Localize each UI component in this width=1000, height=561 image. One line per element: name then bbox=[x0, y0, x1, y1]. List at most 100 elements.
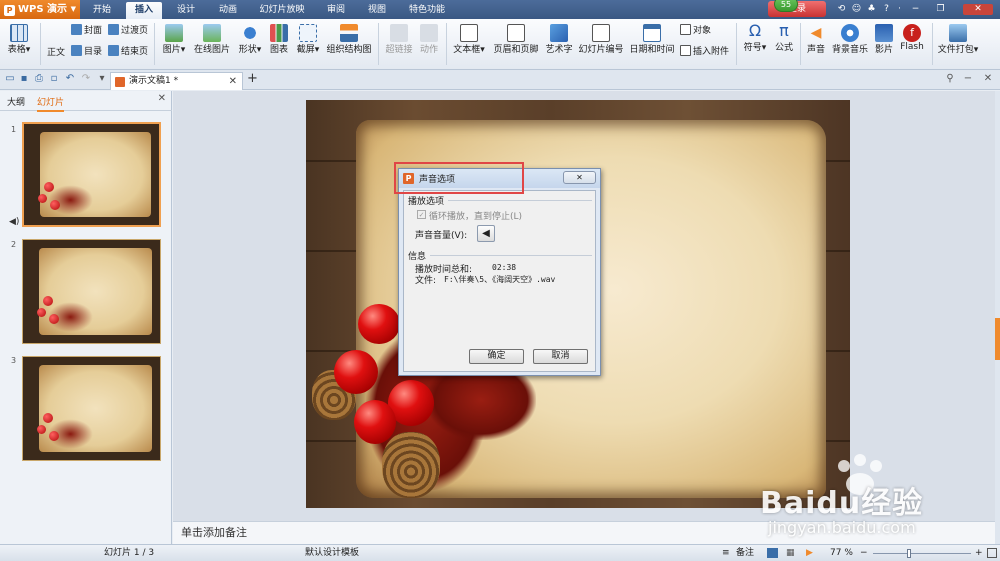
online-picture-icon bbox=[203, 24, 221, 42]
tab-animation[interactable]: 动画 bbox=[210, 2, 246, 19]
zoom-slider-thumb[interactable] bbox=[907, 549, 911, 558]
attachment-button[interactable]: 插入附件 bbox=[680, 44, 729, 60]
chart-button[interactable]: 图表 bbox=[268, 24, 290, 55]
attachment-icon bbox=[680, 45, 691, 56]
datetime-button[interactable]: 日期和时间 bbox=[628, 24, 676, 55]
open-icon[interactable]: ▭ bbox=[4, 73, 16, 85]
slide-number: 1 bbox=[11, 125, 17, 134]
screenshot-button[interactable]: 截屏▾ bbox=[294, 24, 322, 55]
notification-badge: 55 bbox=[774, 0, 798, 12]
undo-icon[interactable]: ↶ bbox=[64, 73, 76, 85]
action-button[interactable]: 动作 bbox=[417, 24, 441, 55]
print-icon[interactable]: ⎙ bbox=[33, 73, 45, 85]
ok-button[interactable]: 确定 bbox=[469, 349, 524, 364]
shirt-icon[interactable]: ♣ bbox=[866, 4, 877, 15]
close-tab-icon[interactable]: ✕ bbox=[229, 73, 237, 90]
transition-page-button[interactable]: 过渡页 bbox=[108, 23, 148, 39]
package-button[interactable]: 文件打包▾ bbox=[936, 24, 980, 55]
tab-start[interactable]: 开始 bbox=[86, 2, 118, 19]
help-menu-icon[interactable]: · bbox=[894, 4, 905, 15]
tab-review[interactable]: 审阅 bbox=[318, 2, 354, 19]
preview-icon[interactable]: ▫ bbox=[48, 73, 60, 85]
tab-view[interactable]: 视图 bbox=[360, 2, 394, 19]
flash-button[interactable]: f Flash bbox=[898, 24, 926, 52]
sorter-view-icon[interactable]: ▦ bbox=[786, 545, 795, 561]
notes-toggle-icon[interactable]: ≡ bbox=[722, 545, 730, 561]
slide-thumbnail[interactable] bbox=[22, 356, 161, 461]
slideshow-view-icon[interactable]: ▶ bbox=[806, 545, 813, 561]
tab-minimize-icon[interactable]: − bbox=[962, 73, 974, 85]
volume-button[interactable]: ◀ bbox=[477, 225, 495, 242]
zoom-slider[interactable] bbox=[873, 553, 971, 554]
online-picture-button[interactable]: 在线图片 bbox=[193, 24, 231, 55]
shapes-button[interactable]: 形状▾ bbox=[236, 24, 264, 55]
loop-checkbox[interactable]: ✓ bbox=[417, 210, 426, 219]
fit-window-icon[interactable] bbox=[987, 548, 997, 558]
save-icon[interactable]: ▪ bbox=[18, 73, 30, 85]
watermark-brand: Baidu经验 bbox=[760, 486, 924, 521]
bg-music-button[interactable]: 背景音乐 bbox=[831, 24, 869, 55]
hyperlink-button[interactable]: 超链接 bbox=[384, 24, 414, 55]
help-icon[interactable]: ? bbox=[881, 4, 892, 15]
slide-thumbnail[interactable] bbox=[22, 122, 161, 227]
menu-tab-bar: P WPS 演示 ▼ 开始 插入 设计 动画 幻灯片放映 审阅 视图 特色功能 登录… bbox=[0, 0, 1000, 19]
textbox-button[interactable]: 文本框▾ bbox=[450, 24, 488, 55]
tab-design[interactable]: 设计 bbox=[168, 2, 204, 19]
new-tab-icon[interactable]: + bbox=[247, 71, 258, 86]
picture-button[interactable]: 图片▾ bbox=[160, 24, 188, 55]
pi-icon: π bbox=[779, 21, 789, 40]
skin-icon[interactable]: ⟲ bbox=[836, 4, 847, 15]
apple-graphic bbox=[44, 182, 54, 192]
divider bbox=[448, 200, 592, 201]
normal-view-icon[interactable] bbox=[767, 548, 778, 558]
object-button[interactable]: 对象 bbox=[680, 23, 711, 39]
org-chart-button[interactable]: 组织结构图 bbox=[325, 24, 373, 55]
cover-button[interactable]: 封面 bbox=[71, 23, 102, 39]
catalog-button[interactable]: 目录 bbox=[71, 44, 102, 60]
restore-icon[interactable]: ❐ bbox=[935, 4, 946, 15]
cancel-button[interactable]: 取消 bbox=[533, 349, 588, 364]
body-button[interactable]: 正文 bbox=[44, 45, 68, 58]
tab-slideshow[interactable]: 幻灯片放映 bbox=[254, 2, 310, 19]
pin-icon[interactable]: ⚲ bbox=[944, 73, 956, 85]
cover-icon bbox=[71, 24, 82, 35]
chevron-down-icon: ▼ bbox=[70, 5, 76, 13]
tab-outline[interactable]: 大纲 bbox=[7, 95, 25, 108]
end-page-button[interactable]: 结束页 bbox=[108, 44, 148, 60]
tab-slides[interactable]: 幻灯片 bbox=[37, 95, 65, 112]
tab-features[interactable]: 特色功能 bbox=[402, 2, 452, 19]
apple-graphic bbox=[358, 304, 400, 344]
tab-insert[interactable]: 插入 bbox=[126, 2, 162, 19]
slide-thumbnail[interactable] bbox=[22, 239, 161, 344]
notes-toggle[interactable]: 备注 bbox=[736, 545, 754, 561]
notes-placeholder: 单击添加备注 bbox=[181, 526, 247, 539]
sound-button[interactable]: ◀ 声音 bbox=[804, 24, 828, 55]
movie-button[interactable]: 影片 bbox=[872, 24, 896, 55]
slide-number-button[interactable]: 幻灯片编号 bbox=[577, 24, 625, 55]
sound-marker-icon: ◀) bbox=[9, 217, 20, 227]
tab-close-icon[interactable]: ✕ bbox=[982, 73, 994, 85]
presentation-file-icon bbox=[115, 77, 125, 87]
symbol-button[interactable]: Ω 符号▾ bbox=[740, 21, 770, 54]
table-button[interactable]: 表格▾ bbox=[4, 24, 34, 55]
wps-logo-icon: P bbox=[4, 5, 15, 16]
minimize-icon[interactable]: − bbox=[910, 4, 921, 15]
zoom-in-icon[interactable]: + bbox=[975, 545, 983, 561]
smile-icon[interactable]: ☺ bbox=[851, 4, 862, 15]
wordart-button[interactable]: 艺术字 bbox=[543, 24, 575, 55]
divider bbox=[800, 23, 801, 65]
formula-button[interactable]: π 公式 bbox=[773, 21, 795, 54]
divider bbox=[40, 23, 41, 65]
omega-icon: Ω bbox=[748, 21, 762, 40]
redo-icon[interactable]: ↷ bbox=[80, 73, 92, 85]
app-menu-button[interactable]: P WPS 演示 ▼ bbox=[0, 0, 80, 19]
dialog-close-button[interactable]: ✕ bbox=[563, 171, 596, 184]
divider bbox=[736, 23, 737, 65]
close-panel-icon[interactable]: ✕ bbox=[158, 93, 166, 104]
header-footer-button[interactable]: 页眉和页脚 bbox=[492, 24, 540, 55]
customize-icon[interactable]: ▾ bbox=[96, 73, 108, 85]
zoom-out-icon[interactable]: − bbox=[860, 545, 868, 561]
document-tab[interactable]: 演示文稿1 * ✕ bbox=[110, 72, 243, 90]
task-pane-handle[interactable] bbox=[995, 318, 1000, 360]
close-icon[interactable]: ✕ bbox=[963, 4, 993, 15]
